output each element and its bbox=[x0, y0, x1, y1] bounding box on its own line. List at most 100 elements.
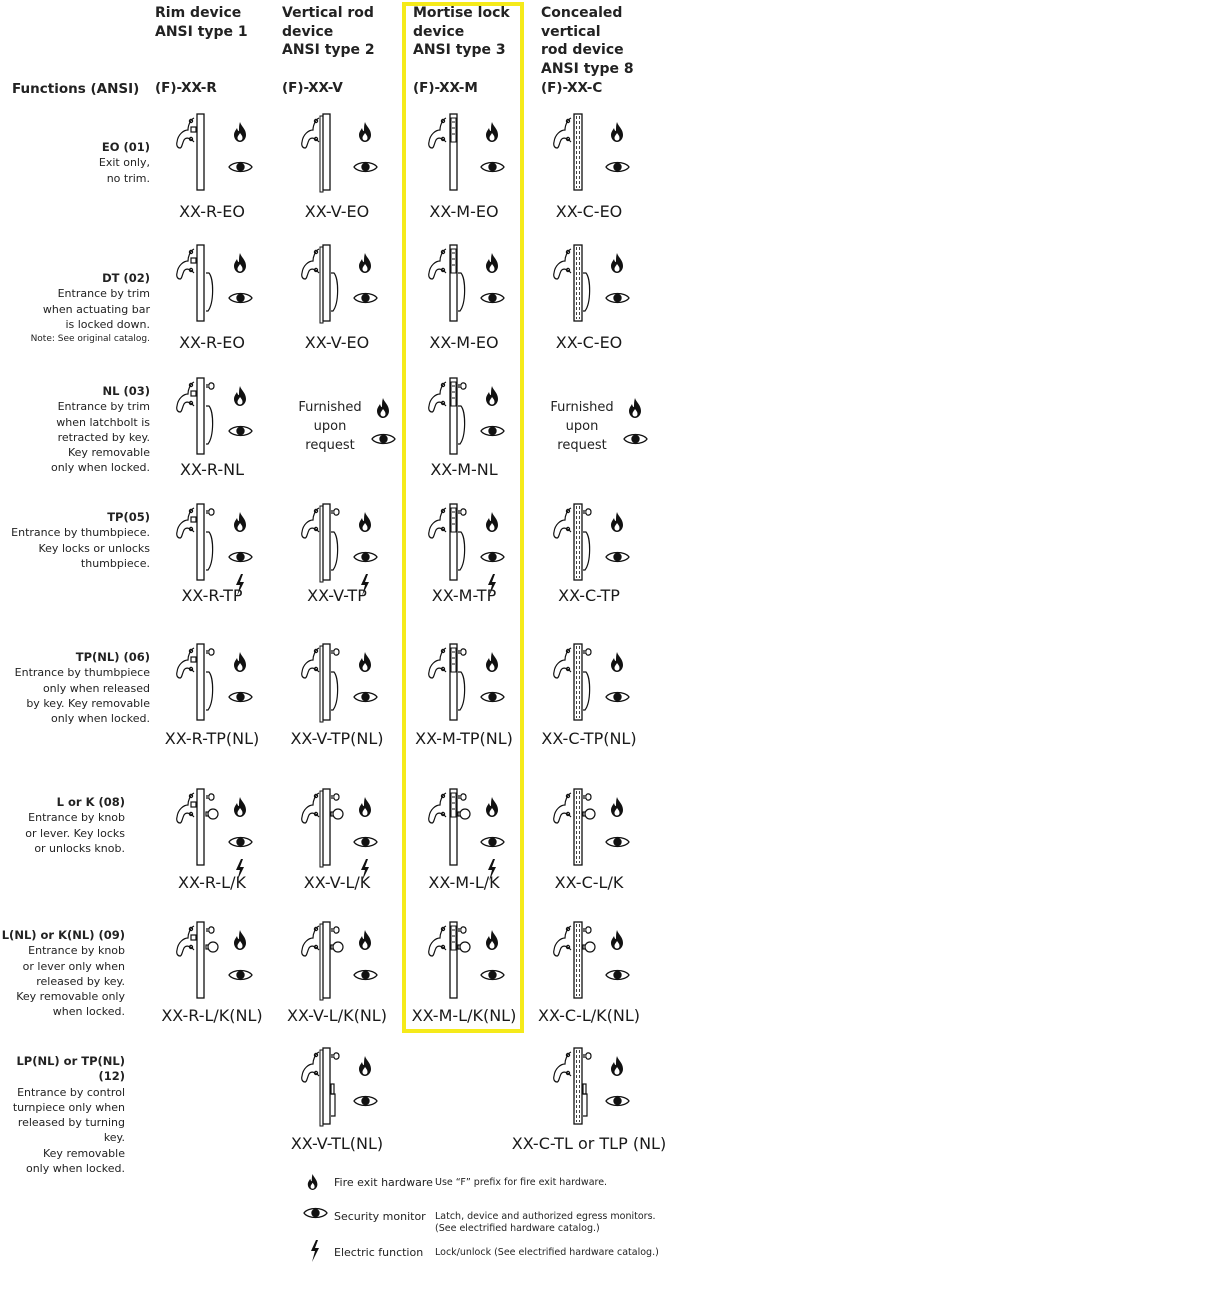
eye-icon bbox=[480, 161, 505, 173]
function-description: EO (01) Exit only, no trim. bbox=[99, 140, 150, 186]
column-code-c: (F)-XX-C bbox=[541, 80, 603, 96]
eye-icon bbox=[605, 161, 630, 173]
eye-icon bbox=[480, 292, 505, 304]
device-illustration bbox=[301, 643, 340, 723]
device-illustration bbox=[428, 244, 466, 322]
function-title: EO (01) bbox=[101, 140, 150, 154]
column-header-r: Rim device ANSI type 1 bbox=[155, 5, 248, 40]
device-illustration bbox=[176, 788, 219, 866]
function-text: Entrance by control turnpiece only when … bbox=[12, 1085, 125, 1176]
device-code-label: XX-V-EO bbox=[304, 202, 370, 221]
fire-icon bbox=[611, 930, 623, 950]
device-code-label: XX-M-NL bbox=[430, 460, 498, 479]
device-illustration bbox=[553, 1047, 592, 1125]
fire-icon bbox=[234, 512, 246, 532]
device-code-label: XX-R-TP bbox=[181, 586, 243, 605]
fire-icon bbox=[234, 122, 246, 142]
device-illustration bbox=[176, 643, 215, 721]
eye-icon bbox=[353, 1095, 378, 1107]
fire-icon bbox=[307, 1174, 318, 1190]
device-illustration bbox=[428, 643, 467, 721]
eye-icon bbox=[371, 433, 396, 445]
function-description: L(NL) or K(NL) (09) Entrance by knob or l… bbox=[2, 928, 125, 1020]
fire-icon bbox=[629, 398, 641, 418]
eye-icon bbox=[228, 551, 253, 563]
device-illustration bbox=[428, 921, 471, 999]
eye-icon bbox=[605, 551, 630, 563]
fire-icon bbox=[234, 797, 246, 817]
device-illustration bbox=[301, 244, 339, 324]
fire-icon bbox=[611, 122, 623, 142]
fire-icon bbox=[234, 253, 246, 273]
eye-icon bbox=[303, 1207, 328, 1219]
fire-icon bbox=[486, 652, 498, 672]
device-illustration bbox=[553, 244, 591, 322]
device-code-label: XX-C-TP bbox=[558, 586, 620, 605]
eye-icon bbox=[480, 691, 505, 703]
function-text: Entrance by knob or lever only when rele… bbox=[16, 944, 125, 1019]
function-description: L or K (08) Entrance by knob or lever. Ke… bbox=[25, 795, 125, 856]
eye-icon bbox=[353, 969, 378, 981]
device-code-label: XX-R-NL bbox=[179, 460, 245, 479]
device-illustration bbox=[428, 788, 471, 866]
column-header-m: Mortise lock device ANSI type 3 bbox=[413, 5, 510, 58]
device-code-label: XX-M-TP bbox=[431, 586, 497, 605]
device-illustration bbox=[301, 113, 331, 193]
fire-icon bbox=[486, 512, 498, 532]
device-code-label: XX-R-L/K bbox=[178, 873, 246, 892]
eye-icon bbox=[228, 691, 253, 703]
fire-icon bbox=[359, 1056, 371, 1076]
function-text: Entrance by trim when actuating bar is l… bbox=[42, 287, 150, 331]
fire-icon bbox=[234, 652, 246, 672]
device-code-label: XX-M-L/K(NL) bbox=[411, 1006, 517, 1025]
device-code-label: XX-R-EO bbox=[179, 202, 245, 221]
eye-icon bbox=[605, 969, 630, 981]
device-illustration bbox=[553, 643, 592, 721]
function-title: L(NL) or K(NL) (09) bbox=[1, 928, 125, 942]
function-title: TP(NL) (06) bbox=[75, 650, 150, 664]
device-illustration bbox=[301, 503, 340, 583]
eye-icon bbox=[353, 161, 378, 173]
device-illustration bbox=[428, 113, 458, 191]
eye-icon bbox=[480, 836, 505, 848]
function-title: NL (03) bbox=[102, 384, 150, 398]
device-code-label: XX-R-TP(NL) bbox=[164, 729, 260, 748]
fire-icon bbox=[359, 253, 371, 273]
device-code-label: XX-V-L/K(NL) bbox=[287, 1006, 387, 1025]
device-code-label: XX-C-L/K bbox=[554, 873, 624, 892]
eye-icon bbox=[228, 425, 253, 437]
fire-icon bbox=[359, 122, 371, 142]
function-description: NL (03) Entrance by trim when latchbolt i… bbox=[51, 384, 150, 476]
column-header-c: Concealed vertical rod device ANSI type … bbox=[541, 5, 634, 77]
device-code-label: XX-M-EO bbox=[429, 333, 499, 352]
device-illustration bbox=[176, 377, 215, 455]
device-code-label: XX-R-EO bbox=[179, 333, 245, 352]
eye-icon bbox=[353, 691, 378, 703]
legend-description: Lock/unlock (See electrified hardware ca… bbox=[435, 1247, 659, 1258]
furnished-upon-request: Furnished upon request bbox=[298, 400, 362, 453]
device-illustration bbox=[553, 788, 596, 866]
device-code-label: XX-V-TP(NL) bbox=[290, 729, 384, 748]
eye-icon bbox=[480, 551, 505, 563]
device-code-label: XX-V-TL(NL) bbox=[290, 1134, 384, 1153]
device-code-label: XX-M-TP(NL) bbox=[415, 729, 513, 748]
device-code-label: XX-M-EO bbox=[429, 202, 499, 221]
fire-icon bbox=[486, 386, 498, 406]
fire-icon bbox=[234, 930, 246, 950]
function-description: TP(NL) (06) Entrance by thumbpiece only w… bbox=[15, 650, 150, 726]
fire-icon bbox=[486, 930, 498, 950]
device-illustration bbox=[553, 921, 596, 999]
eye-icon bbox=[228, 969, 253, 981]
fire-icon bbox=[377, 398, 389, 418]
eye-icon bbox=[605, 691, 630, 703]
column-header-v: Vertical rod device ANSI type 2 bbox=[282, 5, 375, 58]
legend-label: Electric function bbox=[334, 1246, 424, 1259]
fire-icon bbox=[611, 797, 623, 817]
function-text: Exit only, no trim. bbox=[98, 156, 150, 185]
fire-icon bbox=[611, 512, 623, 532]
eye-icon bbox=[353, 292, 378, 304]
device-illustration bbox=[428, 377, 467, 455]
fire-icon bbox=[359, 930, 371, 950]
fire-icon bbox=[486, 797, 498, 817]
device-code-label: XX-V-TP bbox=[307, 586, 367, 605]
